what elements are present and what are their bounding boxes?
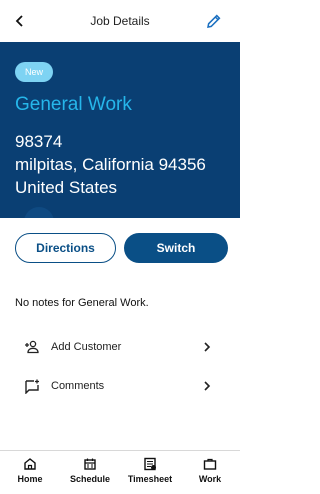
- address-line-1: 98374: [15, 132, 63, 151]
- tab-home-label: Home: [17, 474, 43, 484]
- chevron-left-icon[interactable]: [14, 14, 26, 28]
- job-summary-panel: New General Work 98374 milpitas, Califor…: [0, 42, 240, 218]
- top-bar: Job Details: [0, 0, 240, 42]
- tab-schedule[interactable]: Schedule: [60, 451, 120, 494]
- tab-timesheet-label: Timesheet: [127, 474, 173, 484]
- add-comment-icon: [25, 379, 39, 394]
- address-line-3: United States: [15, 178, 118, 197]
- home-icon: [24, 458, 36, 470]
- chevron-right-icon: [204, 342, 211, 352]
- tab-work[interactable]: Work: [180, 451, 240, 494]
- job-address: 98374 milpitas, California 94356 United …: [15, 130, 206, 199]
- pencil-icon[interactable]: [206, 13, 222, 29]
- tab-home[interactable]: Home: [0, 451, 60, 494]
- add-customer-row[interactable]: Add Customer: [0, 332, 240, 362]
- notes-text: No notes for General Work.: [15, 297, 149, 309]
- add-customer-label: Add Customer: [51, 341, 122, 353]
- tab-work-label: Work: [198, 474, 222, 484]
- tab-schedule-label: Schedule: [69, 474, 110, 484]
- decorative-circle: [24, 207, 54, 218]
- timesheet-icon: [144, 457, 156, 471]
- comments-row[interactable]: Comments: [0, 371, 240, 401]
- directions-button[interactable]: Directions: [15, 233, 116, 263]
- page-title: Job Details: [90, 14, 150, 28]
- status-badge: New: [15, 62, 54, 82]
- switch-button[interactable]: Switch: [124, 233, 228, 263]
- briefcase-icon: [203, 458, 217, 470]
- calendar-icon: [84, 458, 96, 470]
- tab-timesheet[interactable]: Timesheet: [120, 451, 180, 494]
- add-person-icon: [25, 340, 39, 354]
- bottom-tab-bar: Home Schedule Timesheet Work: [0, 450, 240, 494]
- job-title: General Work: [15, 94, 132, 115]
- address-line-2: milpitas, California 94356: [15, 155, 206, 174]
- chevron-right-icon: [204, 381, 211, 391]
- comments-label: Comments: [51, 380, 105, 392]
